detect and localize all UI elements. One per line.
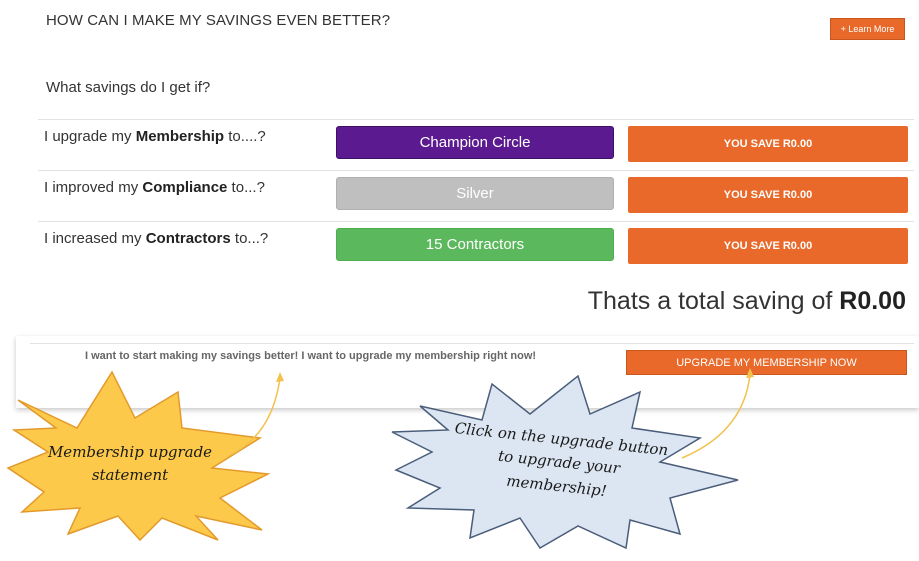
right-callout-text: Click on the upgrade button to upgrade y… xyxy=(453,418,670,500)
row-label-keyword: Compliance xyxy=(142,179,228,196)
divider xyxy=(38,119,914,120)
left-callout-text: Membership upgrade statement xyxy=(47,443,213,485)
contractors-row-label: I increased my Contractors to...? xyxy=(44,230,268,247)
divider xyxy=(38,221,914,222)
membership-save-button[interactable]: YOU SAVE R0.00 xyxy=(628,126,908,162)
row-label-prefix: I upgrade my xyxy=(44,128,136,145)
savings-question: What savings do I get if? xyxy=(46,79,211,96)
row-label-suffix: to...? xyxy=(230,230,269,247)
divider xyxy=(30,343,914,344)
learn-more-button[interactable]: + Learn More xyxy=(830,18,905,40)
row-label-keyword: Membership xyxy=(135,128,225,145)
row-label-suffix: to....? xyxy=(224,128,266,145)
row-label-keyword: Contractors xyxy=(145,230,231,247)
compliance-save-button[interactable]: YOU SAVE R0.00 xyxy=(628,177,908,213)
membership-select-button[interactable]: Champion Circle xyxy=(336,126,614,159)
compliance-row-label: I improved my Compliance to...? xyxy=(44,179,265,196)
contractors-select-button[interactable]: 15 Contractors xyxy=(336,228,614,261)
total-saving: Thats a total saving of R0.00 xyxy=(588,287,906,316)
membership-row-label: I upgrade my Membership to....? xyxy=(44,128,266,145)
savings-page: HOW CAN I MAKE MY SAVINGS EVEN BETTER? +… xyxy=(0,0,919,561)
compliance-select-button[interactable]: Silver xyxy=(336,177,614,210)
divider xyxy=(38,170,914,171)
total-saving-prefix: Thats a total saving of xyxy=(587,287,840,315)
row-label-prefix: I improved my xyxy=(44,179,143,196)
total-saving-amount: R0.00 xyxy=(839,287,906,315)
upgrade-statement: I want to start making my savings better… xyxy=(85,350,537,362)
contractors-save-button[interactable]: YOU SAVE R0.00 xyxy=(628,228,908,264)
row-label-suffix: to...? xyxy=(227,179,265,196)
page-title: HOW CAN I MAKE MY SAVINGS EVEN BETTER? xyxy=(46,12,391,29)
row-label-prefix: I increased my xyxy=(44,230,146,247)
upgrade-membership-button[interactable]: UPGRADE MY MEMBERSHIP NOW xyxy=(626,350,907,375)
